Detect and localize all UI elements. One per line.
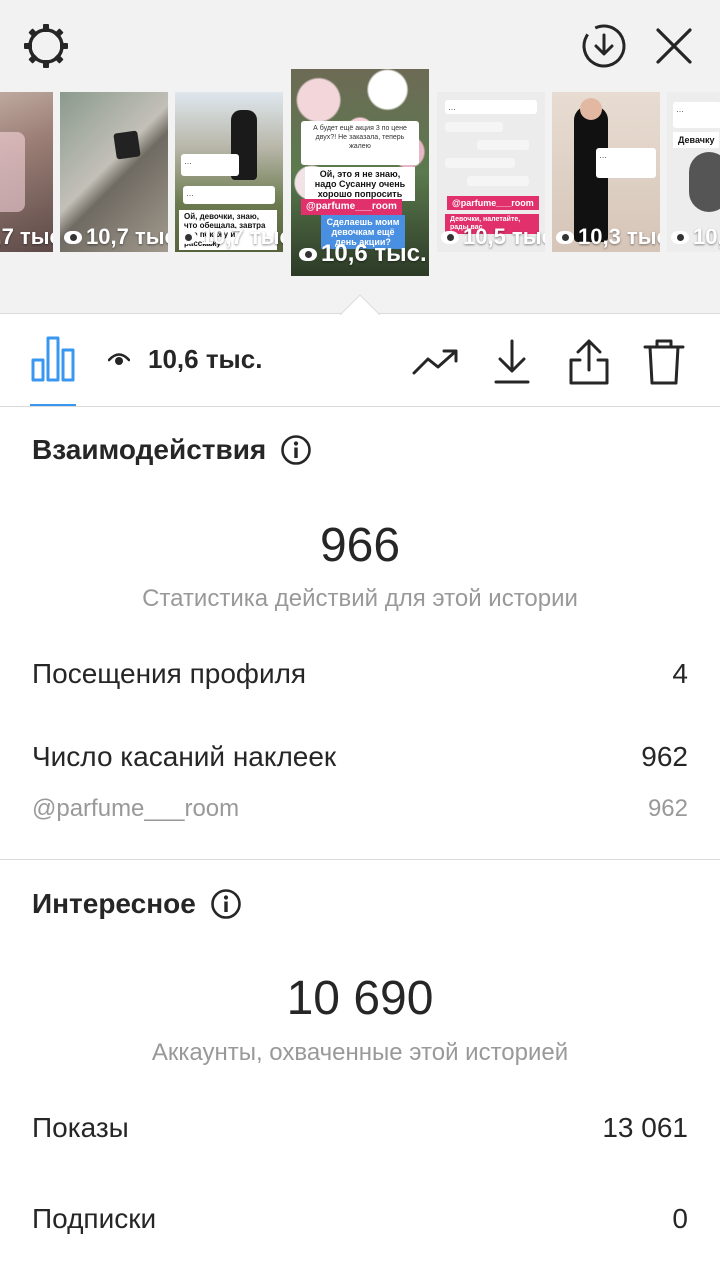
download-icon <box>494 339 530 384</box>
metric-label: Подписки <box>32 1203 157 1234</box>
metric-value: 962 <box>641 741 688 772</box>
eye-icon <box>64 230 82 244</box>
story-thumbnail[interactable]: … 10,3 тыс. <box>552 92 660 252</box>
story-caption: Ой, это я не знаю, надо Сусанну очень хо… <box>305 167 415 201</box>
section-title: Взаимодействия <box>32 434 267 465</box>
section-divider <box>0 859 720 860</box>
eye-icon <box>299 247 317 261</box>
trending-up-icon <box>412 349 458 375</box>
trash-icon <box>643 339 685 385</box>
save-story-button[interactable] <box>576 18 632 74</box>
eye-icon <box>556 230 574 244</box>
reach-caption: Аккаунты, охваченные этой историей <box>151 1039 569 1066</box>
gear-icon <box>24 24 68 68</box>
story-thumbnail-selected[interactable]: А будет ещё акция 3 по цене двух?! Не за… <box>291 69 429 276</box>
story-caption: Девачку <box>673 132 720 148</box>
reach-total: 10 690 <box>286 972 434 1025</box>
view-count: 10,5 тыс. <box>441 224 545 250</box>
view-count: 10,3 тыс. <box>556 224 660 250</box>
metric-subrow: @parfume___room 962 <box>32 795 688 823</box>
views-summary: 10,6 тыс. <box>108 344 262 375</box>
interactions-heading: Взаимодействия <box>32 434 312 466</box>
view-count: 10,7 тыс. <box>64 224 168 250</box>
selected-indicator-caret <box>340 294 380 315</box>
metric-label: Показы <box>32 1112 129 1143</box>
mention-sticker: @parfume___room <box>447 196 539 210</box>
delete-button[interactable] <box>638 336 690 388</box>
metric-row: Подписки 0 <box>32 1203 688 1235</box>
info-icon[interactable] <box>210 888 242 920</box>
eye-icon <box>441 230 459 244</box>
metric-value: 962 <box>647 795 688 822</box>
metric-value: 4 <box>672 658 688 689</box>
share-icon <box>569 339 609 385</box>
close-icon <box>656 28 692 64</box>
promote-button[interactable] <box>410 336 462 388</box>
info-icon[interactable] <box>280 434 312 466</box>
metric-row: Посещения профиля 4 <box>32 658 688 690</box>
eye-icon <box>179 230 197 244</box>
tab-insights[interactable] <box>30 334 76 406</box>
metric-value: 0 <box>672 1203 688 1234</box>
metric-row: Число касаний наклеек 962 <box>32 741 688 773</box>
story-preview-area: 10,7 тыс. 10,7 тыс. … … Ой, девочки, зна… <box>0 0 720 315</box>
close-button[interactable] <box>646 18 702 74</box>
story-thumbnail[interactable]: … Девачку 10, <box>667 92 720 252</box>
insights-toolbar: 10,6 тыс. <box>0 314 720 407</box>
view-count: 10,6 тыс. <box>299 240 427 268</box>
download-button[interactable] <box>486 336 538 388</box>
story-thumbnail[interactable]: … @parfume___room Девочки, налетайте, ра… <box>437 92 545 252</box>
section-title: Интересное <box>32 888 196 919</box>
views-count: 10,6 тыс. <box>148 344 263 374</box>
interactions-caption: Статистика действий для этой истории <box>142 585 578 612</box>
metric-label: @parfume___room <box>32 795 240 822</box>
eye-icon <box>671 230 689 244</box>
eye-icon <box>108 352 130 365</box>
mention-sticker: @parfume___room <box>301 199 402 215</box>
story-thumbnail[interactable]: 10,7 тыс. <box>0 92 53 252</box>
metric-label: Число касаний наклеек <box>32 741 337 772</box>
view-count: 10, <box>671 224 720 250</box>
settings-button[interactable] <box>18 18 74 74</box>
question-sticker: А будет ещё акция 3 по цене двух?! Не за… <box>301 121 419 165</box>
interactions-total: 966 <box>319 519 401 572</box>
story-thumbnail[interactable]: … … Ой, девочки, знаю, что обещала, завт… <box>175 92 283 252</box>
story-thumbnail-strip[interactable]: 10,7 тыс. 10,7 тыс. … … Ой, девочки, зна… <box>0 68 720 278</box>
metric-row: Показы 13 061 <box>32 1112 688 1144</box>
share-button[interactable] <box>563 336 615 388</box>
story-thumbnail[interactable]: 10,7 тыс. <box>60 92 168 252</box>
download-circle-icon <box>582 24 626 68</box>
bar-chart-icon <box>31 336 75 382</box>
metric-value: 13 061 <box>602 1112 688 1143</box>
view-count: 10,7 тыс. <box>0 224 53 249</box>
view-count: 10,7 тыс. <box>179 224 283 250</box>
metric-label: Посещения профиля <box>32 658 307 689</box>
discovery-heading: Интересное <box>32 888 242 920</box>
